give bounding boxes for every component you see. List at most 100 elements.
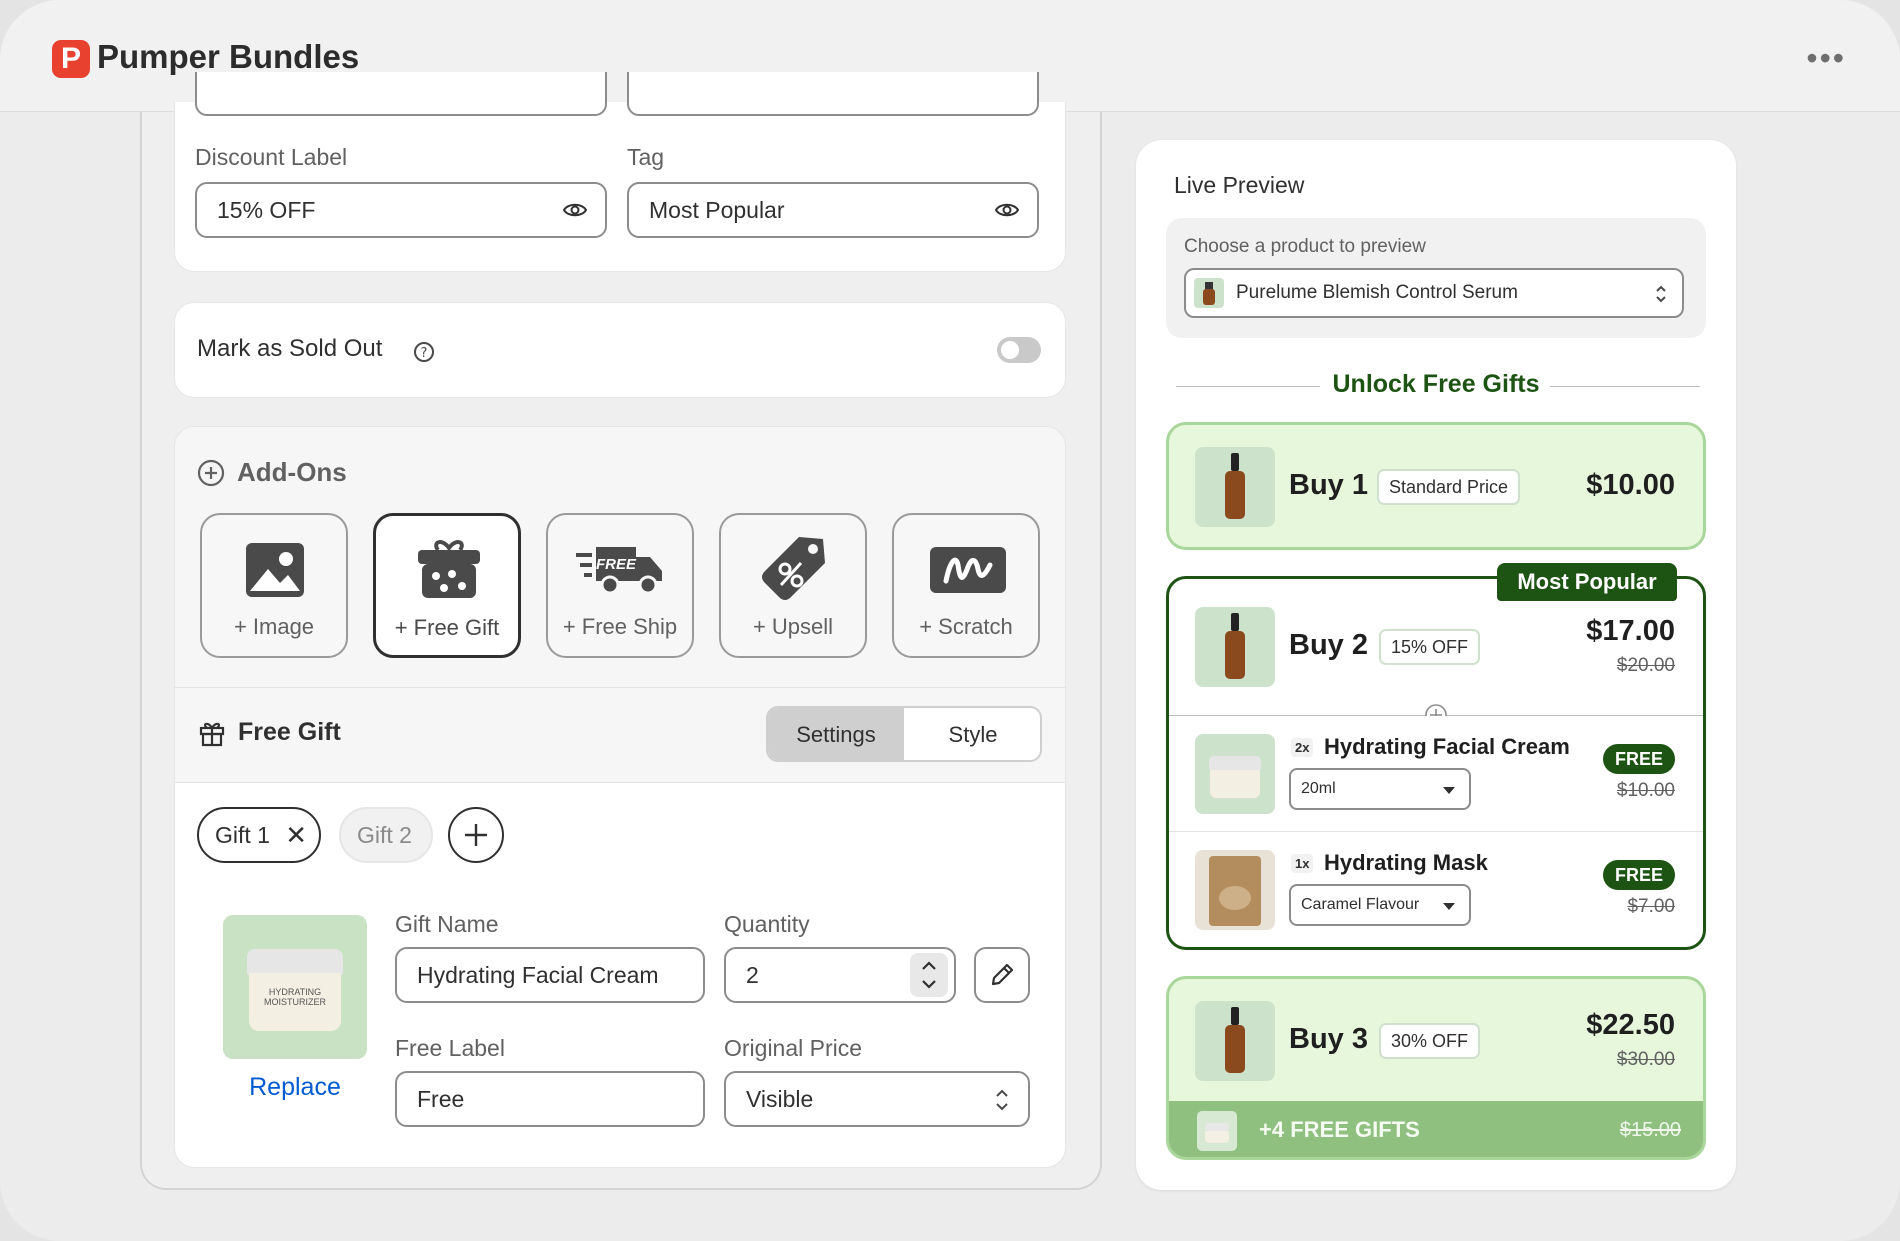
addon-free-ship-button[interactable]: FREE + Free Ship	[546, 513, 694, 658]
dropper	[1231, 1007, 1239, 1025]
free-label-input[interactable]: Free	[395, 1071, 705, 1127]
gift-2-free-badge: FREE	[1603, 860, 1675, 890]
tier-3-gifts-label: +4 FREE GIFTS	[1259, 1117, 1420, 1142]
gift-1-thumb	[1195, 734, 1275, 814]
gift-1-free-badge: FREE	[1603, 744, 1675, 774]
discount-label-value: 15% OFF	[217, 197, 316, 223]
gift-2-variant: Caramel Flavour	[1301, 896, 1420, 913]
edit-button[interactable]	[974, 947, 1030, 1003]
dropper	[1231, 453, 1239, 471]
tier-2-price: $17.00	[1586, 615, 1675, 647]
discount-label-input[interactable]: 15% OFF	[195, 182, 607, 238]
jar-lid	[1209, 756, 1261, 770]
gift-tab-2[interactable]: Gift 2	[339, 807, 433, 863]
caret-down-icon	[1443, 903, 1455, 910]
bottle-body	[1203, 289, 1215, 305]
tier-2-badge: 15% OFF	[1379, 629, 1481, 665]
product-thumb	[1194, 278, 1224, 308]
addon-image-label: + Image	[233, 614, 315, 639]
eye-icon[interactable]	[563, 198, 587, 222]
gift-2-thumb	[1195, 850, 1275, 930]
quantity-label: Quantity	[724, 911, 810, 937]
bottle	[1225, 631, 1245, 679]
gift-row-2: 1x Hydrating Mask Caramel Flavour FREE $…	[1169, 832, 1703, 946]
select-chevrons-icon	[1656, 285, 1666, 303]
live-preview-title: Live Preview	[1174, 172, 1305, 198]
original-price-label: Original Price	[724, 1035, 863, 1061]
jar-label-text: HYDRATING MOISTURIZER	[264, 987, 326, 1007]
more-options-icon[interactable]: •••	[1806, 42, 1846, 74]
addon-free-gift-label: + Free Gift	[394, 615, 500, 640]
addons-title: Add-Ons	[237, 457, 347, 487]
field-partial-left[interactable]	[195, 72, 607, 116]
tier-1-thumb	[1195, 447, 1275, 527]
sold-out-card: Mark as Sold Out ?	[174, 302, 1066, 398]
chevron-up-down-icon	[922, 961, 936, 989]
bottle	[1225, 1025, 1245, 1073]
svg-text:?: ?	[421, 346, 428, 361]
tier-3-title: Buy 3	[1289, 1023, 1368, 1055]
divider	[174, 687, 1066, 688]
scratch-icon	[930, 547, 1006, 593]
add-gift-button[interactable]	[448, 807, 504, 863]
tier-2-title: Buy 2	[1289, 629, 1368, 661]
gift-1-old-price: $10.00	[1616, 780, 1675, 801]
bottle	[1225, 471, 1245, 519]
tier-buy-2[interactable]: Most Popular Buy 2 15% OFF $17.00 $20.00…	[1166, 563, 1706, 950]
live-preview-panel: Live Preview Choose a product to preview…	[1136, 140, 1736, 1190]
gift-1-variant-select[interactable]: 20ml	[1289, 768, 1471, 810]
sold-out-toggle[interactable]	[997, 337, 1041, 363]
unlock-heading: Unlock Free Gifts	[1332, 370, 1540, 398]
product-chooser: Choose a product to preview Purelume Ble…	[1166, 218, 1706, 338]
app-window: P Pumper Bundles ••• Discount Label 15% …	[0, 0, 1900, 1241]
image-icon	[246, 543, 304, 597]
tab-style[interactable]: Style	[904, 708, 1040, 760]
tier-2-thumb	[1195, 607, 1275, 687]
gift-1-qty: 2x	[1291, 738, 1314, 757]
gift-box-icon	[418, 540, 480, 598]
tab-settings[interactable]: Settings	[768, 708, 904, 760]
jar-lid	[1205, 1123, 1229, 1131]
free-label-label: Free Label	[395, 1035, 505, 1061]
close-icon[interactable]: ✕	[285, 809, 307, 861]
quantity-stepper[interactable]: 2	[724, 947, 956, 1003]
dropper	[1231, 613, 1239, 631]
tier-3-gift-thumb	[1197, 1111, 1237, 1151]
addon-scratch-button[interactable]: + Scratch	[892, 513, 1040, 658]
gift-name-label: Gift Name	[395, 911, 499, 937]
tag-title: Tag	[627, 144, 665, 170]
addon-upsell-label: + Upsell	[752, 614, 834, 639]
jar-body	[1210, 770, 1260, 798]
gift-image: HYDRATING MOISTURIZER	[223, 915, 367, 1059]
gift-settings-panel: Gift 1 ✕ Gift 2 HYDRATING MOISTURIZER Re…	[175, 782, 1065, 1167]
quantity-value: 2	[746, 962, 759, 988]
help-icon[interactable]: ?	[413, 341, 435, 363]
addon-upsell-button[interactable]: + Upsell	[719, 513, 867, 658]
editor-pane: Discount Label 15% OFF Tag Most Popular …	[140, 72, 1102, 1190]
jar-lid	[247, 949, 343, 975]
field-partial-right[interactable]	[627, 72, 1039, 116]
gift-2-old-price: $7.00	[1627, 896, 1675, 917]
plus-icon	[465, 824, 487, 846]
gift-tab-1[interactable]: Gift 1 ✕	[197, 807, 321, 863]
addon-image-button[interactable]: + Image	[200, 513, 348, 658]
tier-buy-3[interactable]: Buy 3 30% OFF $22.50 $30.00 +4 FREE GIFT…	[1166, 976, 1706, 1160]
tier-buy-1[interactable]: Buy 1 Standard Price $10.00	[1166, 422, 1706, 550]
tier-3-gifts-old-price: $15.00	[1619, 1119, 1681, 1141]
stepper-buttons[interactable]	[910, 953, 948, 997]
addon-free-gift-button[interactable]: + Free Gift	[373, 513, 521, 658]
sold-out-label: Mark as Sold Out	[197, 335, 383, 362]
replace-link[interactable]: Replace	[223, 1073, 367, 1102]
addon-scratch-label: + Scratch	[919, 614, 1013, 639]
gift-1-name: Hydrating Facial Cream	[1324, 734, 1570, 759]
tag-input[interactable]: Most Popular	[627, 182, 1039, 238]
toggle-knob	[1001, 341, 1019, 359]
gift-2-variant-select[interactable]: Caramel Flavour	[1289, 884, 1471, 926]
product-select[interactable]: Purelume Blemish Control Serum	[1184, 268, 1684, 318]
original-price-select[interactable]: Visible	[724, 1071, 1030, 1127]
eye-icon[interactable]	[995, 198, 1019, 222]
free-gift-title: Free Gift	[238, 718, 341, 746]
truck-icon: FREE	[576, 547, 662, 595]
gift-name-input[interactable]: Hydrating Facial Cream	[395, 947, 705, 1003]
jar-body	[1205, 1131, 1229, 1143]
